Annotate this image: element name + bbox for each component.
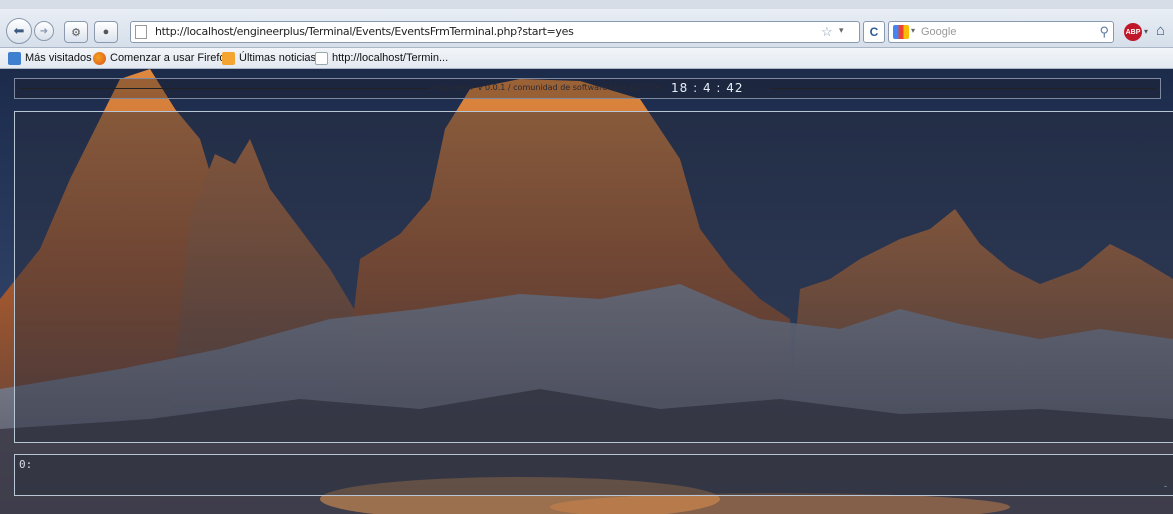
page-icon	[135, 25, 147, 39]
search-engine-icon[interactable]	[893, 25, 909, 39]
stop-icon: ●	[102, 26, 110, 38]
url-bar[interactable]: http://localhost/engineerplus/Terminal/E…	[130, 21, 860, 43]
bookmark-ultimas-noticias[interactable]: Últimas noticias	[222, 51, 316, 65]
input-caret: -	[1164, 481, 1167, 491]
bookmarks-toolbar: Más visitados Comenzar a usar Firefox Úl…	[0, 48, 1173, 69]
page-icon	[315, 51, 328, 65]
bookmark-mas-visitados[interactable]: Más visitados	[8, 51, 92, 65]
adblock-icon[interactable]: ABP	[1124, 23, 1142, 41]
title-divider-left	[19, 88, 429, 89]
bookmark-label: http://localhost/Termin...	[332, 52, 449, 64]
bookmark-label: Comenzar a usar Firefox	[110, 52, 232, 64]
terminal-title-bar: engineer+ v 0.0.1 / comunidad de softwar…	[14, 78, 1161, 99]
bookmark-label: Últimas noticias	[239, 52, 317, 64]
bookmark-blue-icon	[8, 51, 21, 65]
terminal-input-panel[interactable]: 0: -	[14, 454, 1173, 496]
adblock-dropdown-icon[interactable]: ▾	[1144, 27, 1148, 36]
page-content: engineer+ v 0.0.1 / comunidad de softwar…	[0, 69, 1173, 514]
search-icon[interactable]: ⚲	[1099, 24, 1109, 40]
search-box[interactable]: ▾ Google ⚲	[888, 21, 1114, 43]
clock: 18 : 4 : 42	[671, 81, 744, 95]
terminal-output-panel	[14, 111, 1173, 443]
addon-button[interactable]: ⚙	[64, 21, 88, 43]
bookmark-star-icon[interactable]: ☆	[821, 24, 833, 40]
command-prompt: 0:	[19, 458, 33, 471]
back-arrow-icon: ⬅	[13, 23, 25, 38]
reload-icon: C	[869, 25, 879, 39]
search-placeholder: Google	[921, 26, 957, 38]
url-dropdown-icon[interactable]: ▾	[839, 25, 844, 36]
credit-text: engineer+ v 0.0.1 / comunidad de softwar…	[433, 83, 663, 92]
url-text: http://localhost/engineerplus/Terminal/E…	[155, 25, 574, 38]
bookmark-label: Más visitados	[25, 52, 92, 64]
forward-arrow-icon: ➜	[39, 25, 49, 37]
title-divider-right	[770, 88, 1155, 89]
rss-icon	[222, 51, 235, 65]
reload-button[interactable]: C	[863, 21, 885, 43]
firefox-icon	[93, 51, 106, 65]
search-engine-dropdown-icon[interactable]: ▾	[911, 26, 915, 35]
home-icon[interactable]: ⌂	[1156, 22, 1165, 39]
bookmark-localhost-terminal[interactable]: http://localhost/Termin...	[315, 51, 448, 65]
back-button[interactable]: ⬅	[6, 18, 32, 44]
addon-icon: ⚙	[71, 26, 81, 39]
forward-button[interactable]: ➜	[34, 21, 54, 41]
bookmark-comenzar-firefox[interactable]: Comenzar a usar Firefox	[93, 51, 231, 65]
stop-button[interactable]: ●	[94, 21, 118, 43]
navigation-toolbar: ⬅ ➜ ⚙ ● http://localhost/engineerplus/Te…	[0, 9, 1173, 48]
